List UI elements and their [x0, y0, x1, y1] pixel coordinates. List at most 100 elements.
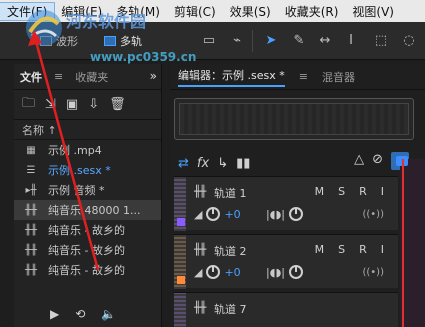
input-monitor-icon[interactable]: ((•)) — [362, 209, 384, 220]
track-grip[interactable] — [174, 293, 186, 327]
tab-mixer[interactable]: 混音器 — [322, 69, 355, 85]
loop-icon[interactable]: ⟲ — [75, 307, 85, 321]
menu-favorites[interactable]: 收藏夹(R) — [278, 3, 346, 20]
list-item[interactable]: ☰ 示例 .sesx * — [14, 160, 161, 180]
session-overview[interactable] — [174, 98, 414, 140]
mute-button[interactable]: M — [315, 243, 325, 256]
marquee-icon[interactable]: ⬚ — [372, 32, 390, 50]
multitrack-label: 多轨 — [120, 35, 142, 48]
solo-button[interactable]: S — [338, 185, 345, 198]
list-item[interactable]: ╫╫ 纯音乐 - 故乡的 — [14, 260, 161, 280]
list-item[interactable]: ╫╫ 纯音乐 - 故乡的 — [14, 220, 161, 240]
audio-icon: ╫╫ — [24, 244, 38, 256]
volume-knob[interactable] — [206, 265, 221, 279]
record-button[interactable]: R — [359, 185, 367, 198]
monitor-button[interactable]: I — [381, 243, 384, 256]
menu-clip[interactable]: 剪辑(C) — [167, 3, 223, 20]
files-toolbar: 🗀 ⇲ ▣ ⇩ 🗑 — [14, 90, 161, 120]
tab-menu-icon[interactable]: ≡ — [48, 70, 69, 83]
file-name: 示例 音频 * — [48, 184, 105, 197]
file-name: 纯音乐 - 故乡的 — [48, 224, 125, 237]
multitrack-button[interactable]: 多轨 — [104, 31, 142, 51]
insert-icon[interactable]: ⇩ — [88, 97, 99, 112]
snap-icon[interactable]: ⊘ — [372, 152, 383, 170]
metronome-icon[interactable]: △ — [354, 152, 364, 170]
import-icon[interactable]: ⇲ — [45, 97, 56, 112]
column-header-name[interactable]: 名称 ↑ — [14, 120, 161, 140]
track-controls-toolbar: ⇄ fx ↳ ▮▮ — [178, 152, 250, 174]
track-buttons: M S R I — [315, 243, 384, 256]
chevron-right-icon[interactable]: » — [150, 69, 157, 83]
list-item[interactable]: ▸╫ 示例 音频 * — [14, 180, 161, 200]
razor-tool-icon[interactable]: ✎ — [290, 32, 308, 50]
pan-knob[interactable] — [289, 265, 304, 279]
toolbar-divider — [252, 30, 253, 52]
volume-control: ◢ +0 — [194, 265, 241, 279]
audio-icon: ╫╫ — [194, 185, 206, 198]
eq-icon[interactable]: ▮▮ — [236, 156, 250, 171]
record-button[interactable]: R — [359, 243, 367, 256]
tab-menu-icon[interactable]: ≡ — [299, 70, 308, 83]
lasso-icon[interactable]: ◌ — [400, 32, 418, 50]
playhead[interactable] — [402, 159, 404, 327]
tab-favorites[interactable]: 收藏夹 — [69, 69, 114, 85]
track-header: ╫╫ 轨道 1 M S R I ◢ +0 |◖◗| ((•)) — [174, 176, 398, 231]
track-buttons: M S R I — [315, 185, 384, 198]
file-name: 纯音乐 48000 1... — [48, 204, 141, 217]
solo-button[interactable]: S — [338, 243, 345, 256]
slip-tool-icon[interactable]: ↔ — [316, 32, 334, 50]
volume-value[interactable]: +0 — [224, 208, 240, 221]
watermark-text: 河东软件园 — [66, 12, 147, 31]
files-panel-footer: ▶ ⟲ 🔈 — [14, 301, 162, 327]
track-name[interactable]: 轨道 7 — [214, 301, 247, 317]
spectral-icon[interactable]: ▭ — [200, 32, 218, 50]
track-header: ╫╫ 轨道 7 — [174, 292, 398, 327]
file-name: 纯音乐 - 故乡的 — [48, 244, 125, 257]
audio-icon: ╫╫ — [24, 264, 38, 276]
multitrack-icon: ☰ — [26, 164, 36, 176]
trash-icon[interactable]: 🗑 — [109, 97, 126, 112]
track-color — [177, 218, 185, 226]
move-tool-icon[interactable]: ➤ — [262, 32, 280, 50]
menu-effects[interactable]: 效果(S) — [223, 3, 278, 20]
list-item[interactable]: ╫╫ 纯音乐 - 故乡的 — [14, 240, 161, 260]
monitor-button[interactable]: I — [381, 185, 384, 198]
new-file-icon[interactable]: ▣ — [66, 97, 78, 112]
volume-control: ◢ +0 — [194, 207, 241, 221]
tab-files[interactable]: 文件 — [14, 69, 48, 85]
inputs-outputs-icon[interactable]: ⇄ — [178, 156, 189, 171]
track-name[interactable]: 轨道 1 — [214, 185, 247, 201]
files-panel-tabs: 文件 ≡ 收藏夹 » — [14, 64, 161, 90]
audio-icon: ▸╫ — [25, 184, 37, 196]
mute-button[interactable]: M — [315, 185, 325, 198]
track-name[interactable]: 轨道 2 — [214, 243, 247, 259]
tab-editor[interactable]: 编辑器：示例 .sesx * — [178, 67, 285, 87]
audio-icon: ╫╫ — [194, 243, 206, 256]
speaker-icon[interactable]: 🔈 — [101, 307, 116, 321]
volume-icon: ◢ — [194, 207, 203, 221]
list-item[interactable]: ▦ 示例 .mp4 — [14, 140, 161, 160]
pan-knob[interactable] — [289, 207, 304, 221]
menu-view[interactable]: 视图(V) — [345, 3, 401, 20]
pan-control: |◖◗| — [266, 265, 304, 279]
volume-value[interactable]: +0 — [224, 266, 240, 279]
audio-icon: ╫╫ — [24, 224, 38, 236]
fx-icon[interactable]: fx — [197, 156, 209, 171]
multitrack-icon — [104, 36, 116, 46]
volume-knob[interactable] — [206, 207, 221, 221]
audio-icon: ╫╫ — [194, 301, 206, 314]
sends-icon[interactable]: ↳ — [217, 156, 228, 171]
time-select-icon[interactable]: I — [342, 32, 360, 50]
watermark-logo — [26, 10, 62, 46]
list-item[interactable]: ╫╫ 纯音乐 48000 1... — [14, 200, 161, 220]
pan-icon: |◖◗| — [266, 207, 286, 221]
video-icon: ▦ — [26, 144, 36, 156]
pan-control: |◖◗| — [266, 207, 304, 221]
pitch-icon[interactable]: ⌁ — [228, 32, 246, 50]
input-monitor-icon[interactable]: ((•)) — [362, 267, 384, 278]
file-name: 示例 .sesx * — [48, 164, 111, 177]
play-icon[interactable]: ▶ — [50, 307, 59, 321]
pan-icon: |◖◗| — [266, 265, 286, 279]
open-folder-icon[interactable]: 🗀 — [22, 94, 35, 116]
volume-icon: ◢ — [194, 265, 203, 279]
